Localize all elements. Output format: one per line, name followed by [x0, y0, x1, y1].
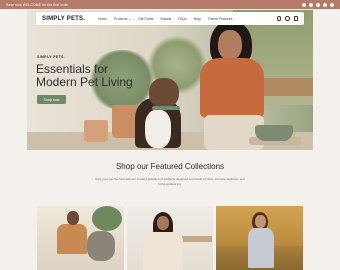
hero-pet-bowl [255, 125, 293, 141]
hero-plant-pot [84, 120, 108, 142]
collection-card[interactable] [216, 206, 304, 270]
card-person-torso [57, 224, 87, 254]
collections-subtitle: Give your pet the best with our curated … [95, 177, 245, 186]
card-person-torso [142, 232, 183, 270]
menu-item-home[interactable]: Home [98, 17, 107, 21]
menu-item-faqs[interactable]: FAQs [178, 17, 186, 21]
woman-face [218, 30, 242, 60]
menu-item-gift-cards[interactable]: Gift Cards [138, 17, 153, 21]
card-person-head [67, 211, 79, 225]
menu-item-products[interactable]: Products ⌄ [114, 17, 131, 21]
menu-item-blog[interactable]: Blog [194, 17, 201, 21]
card-plant [92, 206, 122, 231]
cart-icon[interactable] [293, 16, 298, 21]
card-shelf [181, 236, 212, 242]
youtube-icon[interactable] [330, 2, 334, 7]
shop-now-button[interactable]: Shop now [37, 95, 66, 104]
main-menu: Home Products ⌄ Gift Cards Brands FAQs B… [98, 17, 277, 21]
collection-card[interactable] [126, 206, 214, 270]
card-dog [87, 231, 115, 261]
woman-shirt [200, 58, 264, 118]
announcement-message: Save now WELCOME for the first order [6, 2, 69, 7]
facebook-icon[interactable] [302, 2, 306, 7]
tiktok-icon[interactable] [323, 2, 327, 7]
hero-headline: Essentials for Modern Pet Living [36, 62, 133, 89]
menu-item-theme-features[interactable]: Theme Features [208, 17, 233, 21]
pinterest-icon[interactable] [316, 2, 320, 7]
announcement-bar: Save now WELCOME for the first order [0, 0, 340, 9]
social-links [302, 2, 334, 7]
dog-head [149, 78, 179, 108]
search-icon[interactable] [276, 16, 281, 21]
dog-chest [145, 110, 171, 148]
site-logo[interactable]: SIMPLY PETS. [42, 16, 98, 22]
hero-eyebrow: SIMPLY PETS. [37, 55, 65, 59]
header-icons [276, 16, 298, 21]
main-header: SIMPLY PETS. Home Products ⌄ Gift Cards … [36, 12, 304, 25]
collection-card[interactable] [37, 206, 124, 270]
collections-title: Shop our Featured Collections [115, 162, 225, 171]
menu-item-brands[interactable]: Brands [160, 17, 171, 21]
card-person-head [255, 215, 267, 228]
account-icon[interactable] [285, 16, 290, 21]
dog-collar [152, 106, 180, 110]
card-person-torso [248, 228, 275, 268]
collection-cards [37, 206, 304, 270]
instagram-icon[interactable] [309, 2, 313, 7]
card-person-head [156, 216, 169, 230]
